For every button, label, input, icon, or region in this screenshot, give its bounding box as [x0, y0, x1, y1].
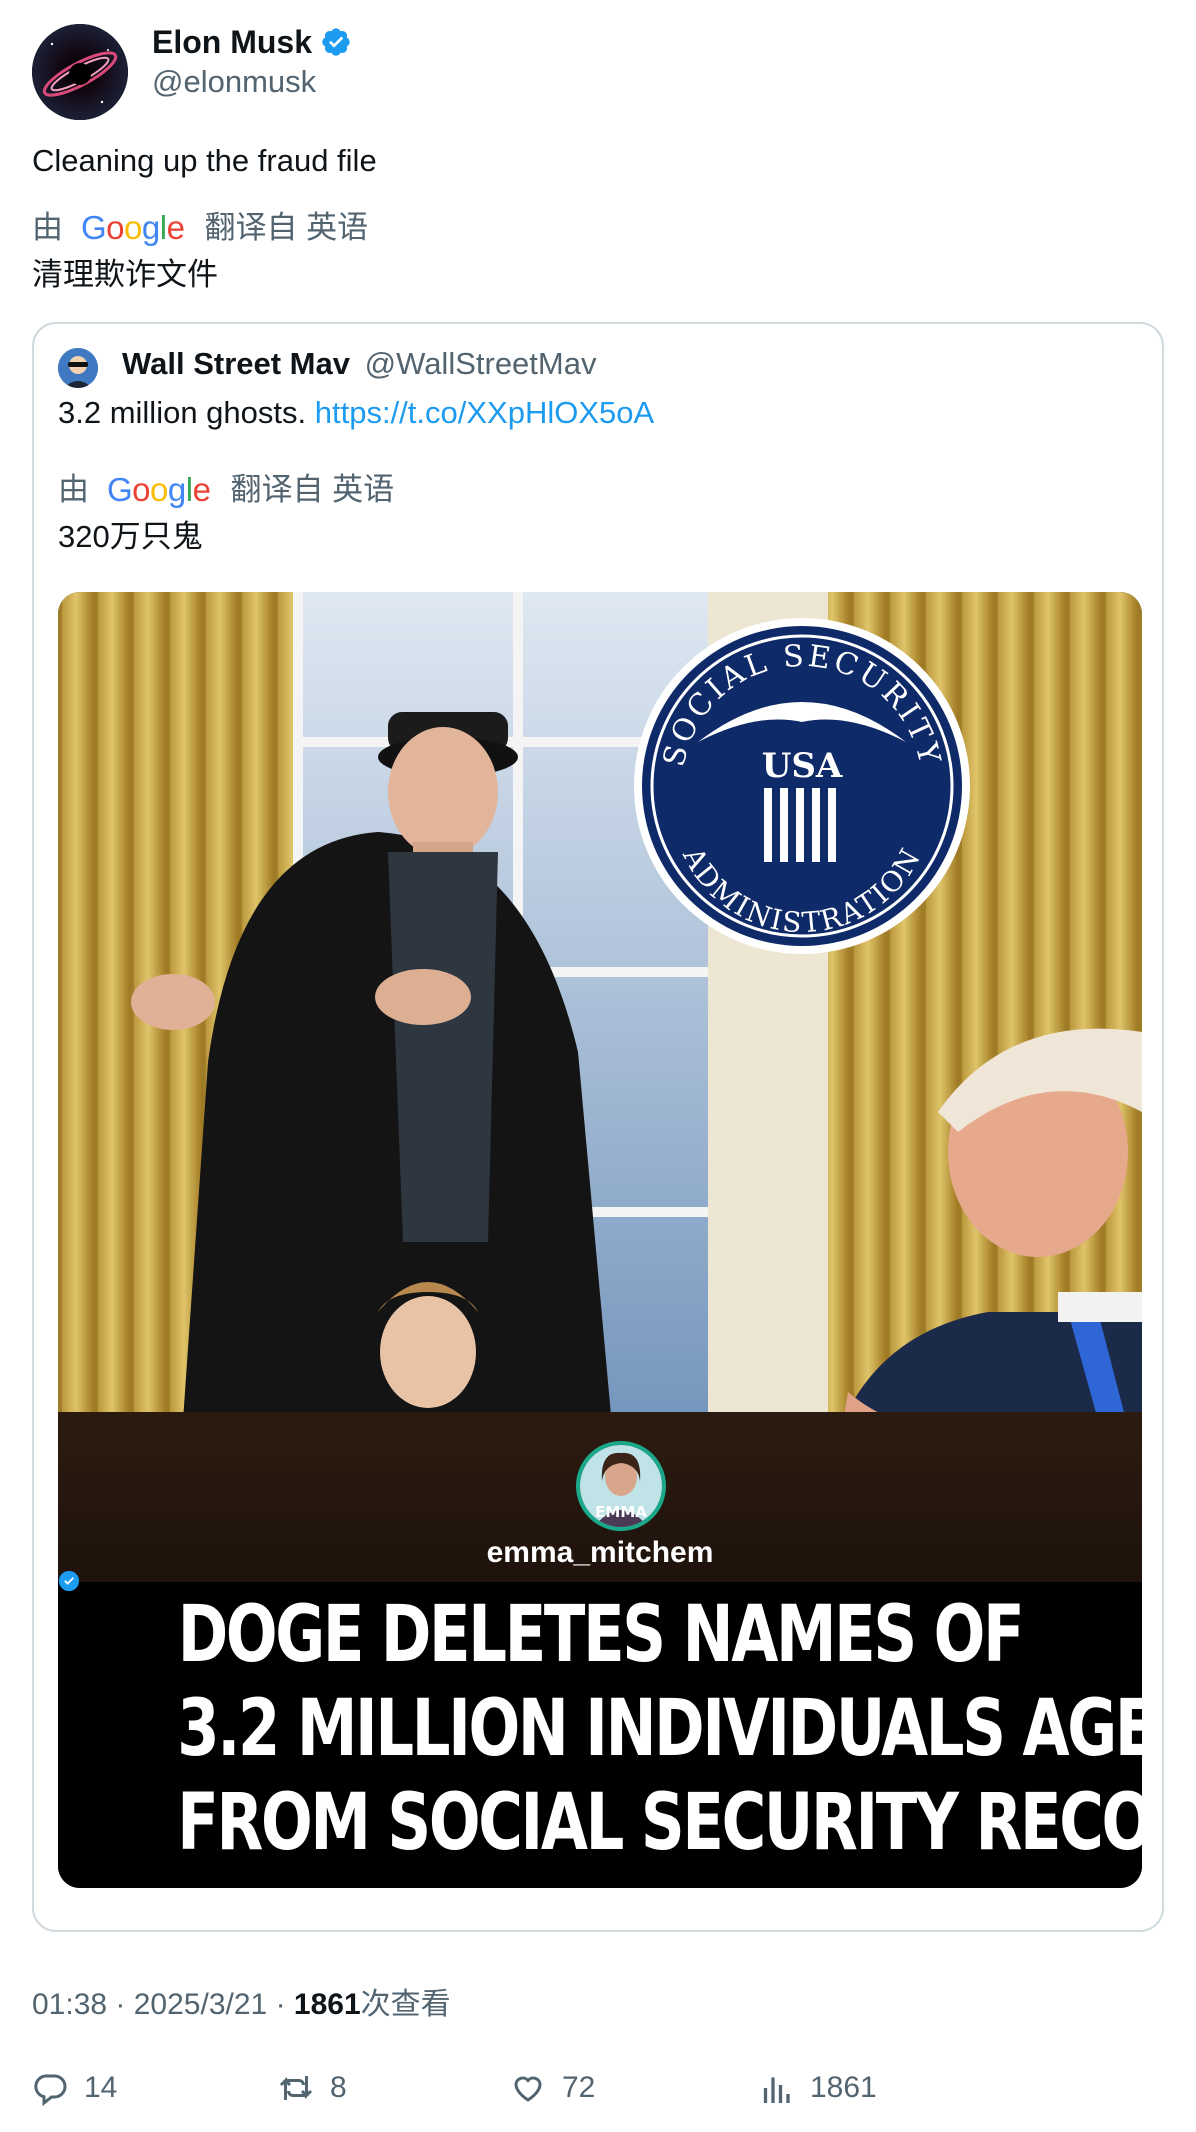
- quoted-link[interactable]: https://t.co/XXpHlOX5oA: [315, 395, 654, 430]
- quoted-author-name[interactable]: Wall Street Mav: [122, 346, 350, 381]
- heart-icon: [514, 2076, 542, 2102]
- like-button[interactable]: 72: [510, 2070, 595, 2106]
- retweet-button[interactable]: 8: [278, 2070, 347, 2106]
- translation-attribution: 由 Google 翻译自 英语: [32, 209, 369, 246]
- watermark-label: EMMA: [595, 1503, 647, 1521]
- quoted-author-handle[interactable]: @WallStreetMav: [365, 346, 597, 381]
- tweet-meta: 01:38 · 2025/3/21 · 1861次查看: [32, 1988, 451, 2021]
- quoted-author[interactable]: Wall Street Mav @WallStreetMav: [122, 344, 596, 384]
- action-bar: 14 8 72 1861: [0, 2070, 1196, 2118]
- views-button[interactable]: 1861: [758, 2070, 877, 2106]
- quoted-text: 3.2 million ghosts. https://t.co/XXpHlOX…: [58, 395, 655, 430]
- quoted-media-image[interactable]: USA SOCIAL SECURITY ADMINISTRATION EMMA: [58, 592, 1142, 1888]
- quoted-translated-text: 320万只鬼: [58, 519, 203, 554]
- watermark-verified-icon: [58, 1570, 80, 1592]
- verified-badge-icon: [322, 28, 350, 56]
- translated-text: 清理欺诈文件: [32, 257, 218, 292]
- tweet-time[interactable]: 01:38: [32, 1988, 107, 2021]
- views-action-count: 1861: [810, 2071, 877, 2104]
- quoted-translation-attribution: 由 Google 翻译自 英语: [58, 471, 395, 508]
- quoted-author-avatar[interactable]: [58, 348, 98, 388]
- reply-icon: [34, 2074, 67, 2106]
- tweet-detail: Elon Musk @elonmusk Cleaning up the frau…: [0, 0, 1196, 2132]
- reply-count: 14: [84, 2071, 118, 2104]
- views-count: 1861: [293, 1988, 361, 2021]
- like-count: 72: [562, 2071, 596, 2104]
- reply-button[interactable]: 14: [32, 2070, 117, 2106]
- google-logo: Google: [81, 209, 185, 246]
- watermark-handle: emma_mitchem: [58, 1536, 1142, 1592]
- views-label: 次查看: [360, 1988, 451, 2021]
- media-headline: DOGE DELETES NAMES OF 3.2 MILLION INDIVI…: [177, 1590, 1142, 1868]
- views-chart-icon: [763, 2077, 790, 2103]
- author-handle[interactable]: @elonmusk: [152, 62, 316, 102]
- tweet-text: Cleaning up the fraud file: [32, 143, 377, 178]
- author-name[interactable]: Elon Musk: [152, 22, 352, 62]
- watermark-avatar: EMMA: [576, 1441, 666, 1531]
- retweet-count: 8: [330, 2071, 347, 2104]
- retweet-icon: [279, 2076, 313, 2100]
- author-avatar[interactable]: [32, 24, 128, 120]
- seal-center-text: USA: [762, 746, 843, 786]
- quoted-tweet-card[interactable]: Wall Street Mav @WallStreetMav 3.2 milli…: [32, 322, 1164, 1932]
- google-logo: Google: [107, 471, 211, 508]
- tweet-date[interactable]: 2025/3/21: [134, 1988, 267, 2021]
